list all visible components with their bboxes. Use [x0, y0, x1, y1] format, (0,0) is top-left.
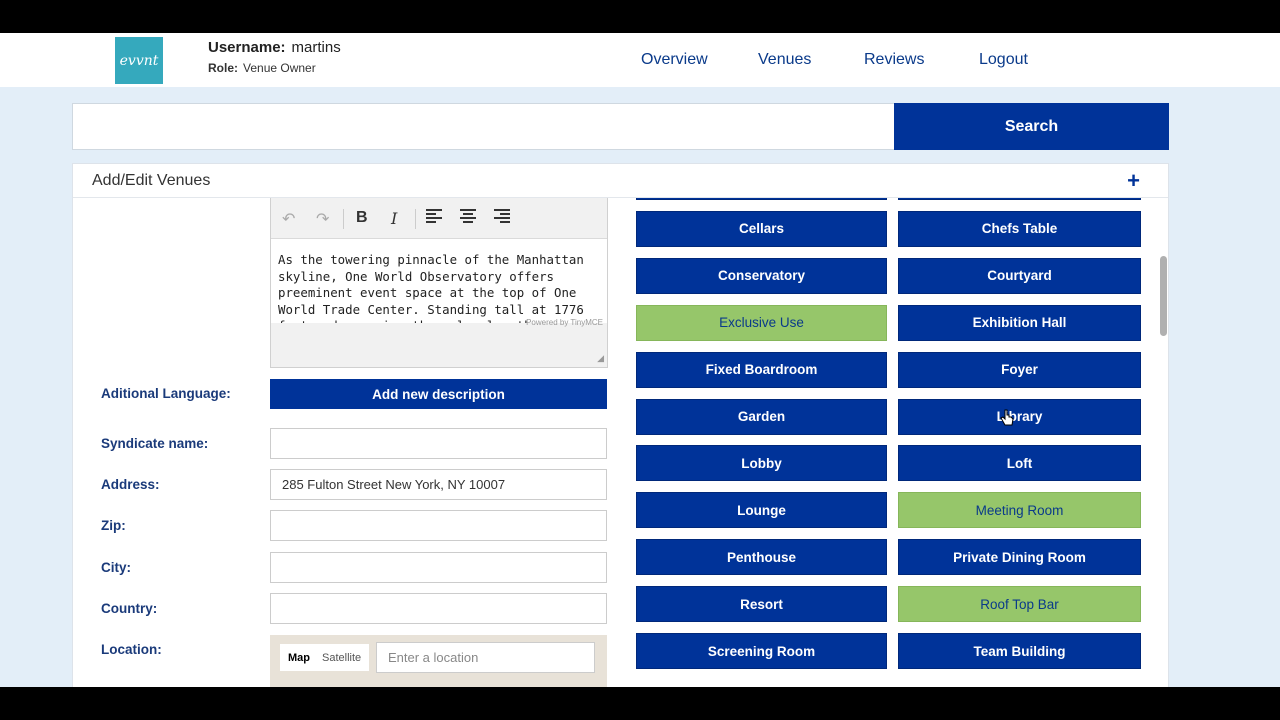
- scrollbar-thumb[interactable]: [1160, 256, 1167, 336]
- city-field[interactable]: [270, 552, 607, 583]
- toolbar-divider: [415, 209, 416, 229]
- category-button[interactable]: Ballroom: [898, 198, 1141, 200]
- category-grid: Auditorium Ballroom Cellars Chefs Table Cons…: [636, 198, 1146, 687]
- category-button[interactable]: Resort: [636, 586, 887, 623]
- nav-logout[interactable]: Logout: [979, 51, 1028, 69]
- toolbar-divider: [343, 209, 344, 229]
- category-button[interactable]: Private Dining Room: [898, 539, 1141, 576]
- category-button[interactable]: Foyer: [898, 351, 1141, 388]
- role-value: Venue Owner: [243, 61, 316, 75]
- category-button[interactable]: Auditorium: [636, 198, 887, 200]
- location-map[interactable]: Map Satellite Enter a location: [270, 635, 607, 687]
- description-editor: ↶ ↷ B I As the towering pinnacle of the …: [270, 198, 608, 368]
- nav-venues[interactable]: Venues: [758, 51, 811, 69]
- category-button[interactable]: Roof Top Bar: [898, 586, 1141, 623]
- align-left-icon[interactable]: [426, 209, 442, 228]
- nav-overview[interactable]: Overview: [641, 51, 708, 69]
- role-line: Role: Venue Owner: [208, 61, 316, 75]
- category-button[interactable]: Exhibition Hall: [898, 304, 1141, 341]
- country-label: Country:: [101, 601, 158, 616]
- add-description-button[interactable]: Add new description: [270, 379, 607, 409]
- logo[interactable]: evvnt: [115, 37, 163, 84]
- category-button[interactable]: Lobby: [636, 445, 887, 482]
- powered-by-label: Powered by TinyMCE: [526, 318, 603, 327]
- username-value: martins: [291, 39, 341, 56]
- hand-cursor-icon: [1000, 409, 1014, 426]
- search-input[interactable]: [72, 103, 895, 150]
- align-right-icon[interactable]: [494, 209, 510, 228]
- redo-icon[interactable]: ↷: [316, 209, 329, 229]
- category-button[interactable]: Penthouse: [636, 539, 887, 576]
- editor-toolbar: ↶ ↷ B I: [271, 198, 607, 239]
- plus-icon[interactable]: +: [1127, 168, 1140, 194]
- syndicate-label: Syndicate name:: [101, 436, 209, 451]
- country-field[interactable]: [270, 593, 607, 624]
- category-button[interactable]: Conservatory: [636, 257, 887, 294]
- category-button[interactable]: Cellars: [636, 210, 887, 247]
- location-label: Location:: [101, 642, 162, 657]
- category-button[interactable]: Library: [898, 398, 1141, 435]
- zip-field[interactable]: [270, 510, 607, 541]
- category-button[interactable]: Loft: [898, 445, 1141, 482]
- category-button[interactable]: Meeting Room: [898, 492, 1141, 529]
- zip-label: Zip:: [101, 518, 126, 533]
- additional-language-label: Aditional Language:: [101, 386, 231, 401]
- username-label: Username:: [208, 39, 286, 56]
- category-button[interactable]: Courtyard: [898, 257, 1141, 294]
- category-button[interactable]: Exclusive Use: [636, 304, 887, 341]
- panel-title: Add/Edit Venues: [92, 172, 211, 189]
- category-button[interactable]: Screening Room: [636, 633, 887, 669]
- panel-header: Add/Edit Venues +: [73, 164, 1168, 198]
- search-button[interactable]: Search: [894, 103, 1169, 150]
- city-label: City:: [101, 560, 131, 575]
- category-button[interactable]: Chefs Table: [898, 210, 1141, 247]
- panel-content: ↶ ↷ B I As the towering pinnacle of the …: [73, 198, 1168, 687]
- resize-handle-icon[interactable]: ◢: [597, 353, 604, 364]
- location-search-input[interactable]: Enter a location: [376, 642, 595, 673]
- top-bar: evvnt Username: martins Role: Venue Owner …: [0, 33, 1280, 87]
- role-label: Role:: [208, 61, 238, 75]
- username-line: Username: martins: [208, 39, 341, 56]
- syndicate-field[interactable]: [270, 428, 607, 459]
- align-center-icon[interactable]: [460, 209, 476, 228]
- category-button[interactable]: Fixed Boardroom: [636, 351, 887, 388]
- nav-reviews[interactable]: Reviews: [864, 51, 924, 69]
- category-button[interactable]: Garden: [636, 398, 887, 435]
- map-tab[interactable]: Map: [280, 644, 318, 671]
- category-button[interactable]: Team Building: [898, 633, 1141, 669]
- address-field[interactable]: 285 Fulton Street New York, NY 10007: [270, 469, 607, 500]
- satellite-tab[interactable]: Satellite: [314, 644, 370, 671]
- undo-icon[interactable]: ↶: [282, 209, 295, 229]
- editor-text-area[interactable]: As the towering pinnacle of the Manhatta…: [271, 239, 607, 323]
- italic-icon[interactable]: I: [391, 209, 397, 228]
- category-button[interactable]: Lounge: [636, 492, 887, 529]
- bold-icon[interactable]: B: [356, 209, 368, 227]
- address-label: Address:: [101, 477, 160, 492]
- browser-viewport: evvnt Username: martins Role: Venue Owner …: [0, 33, 1280, 687]
